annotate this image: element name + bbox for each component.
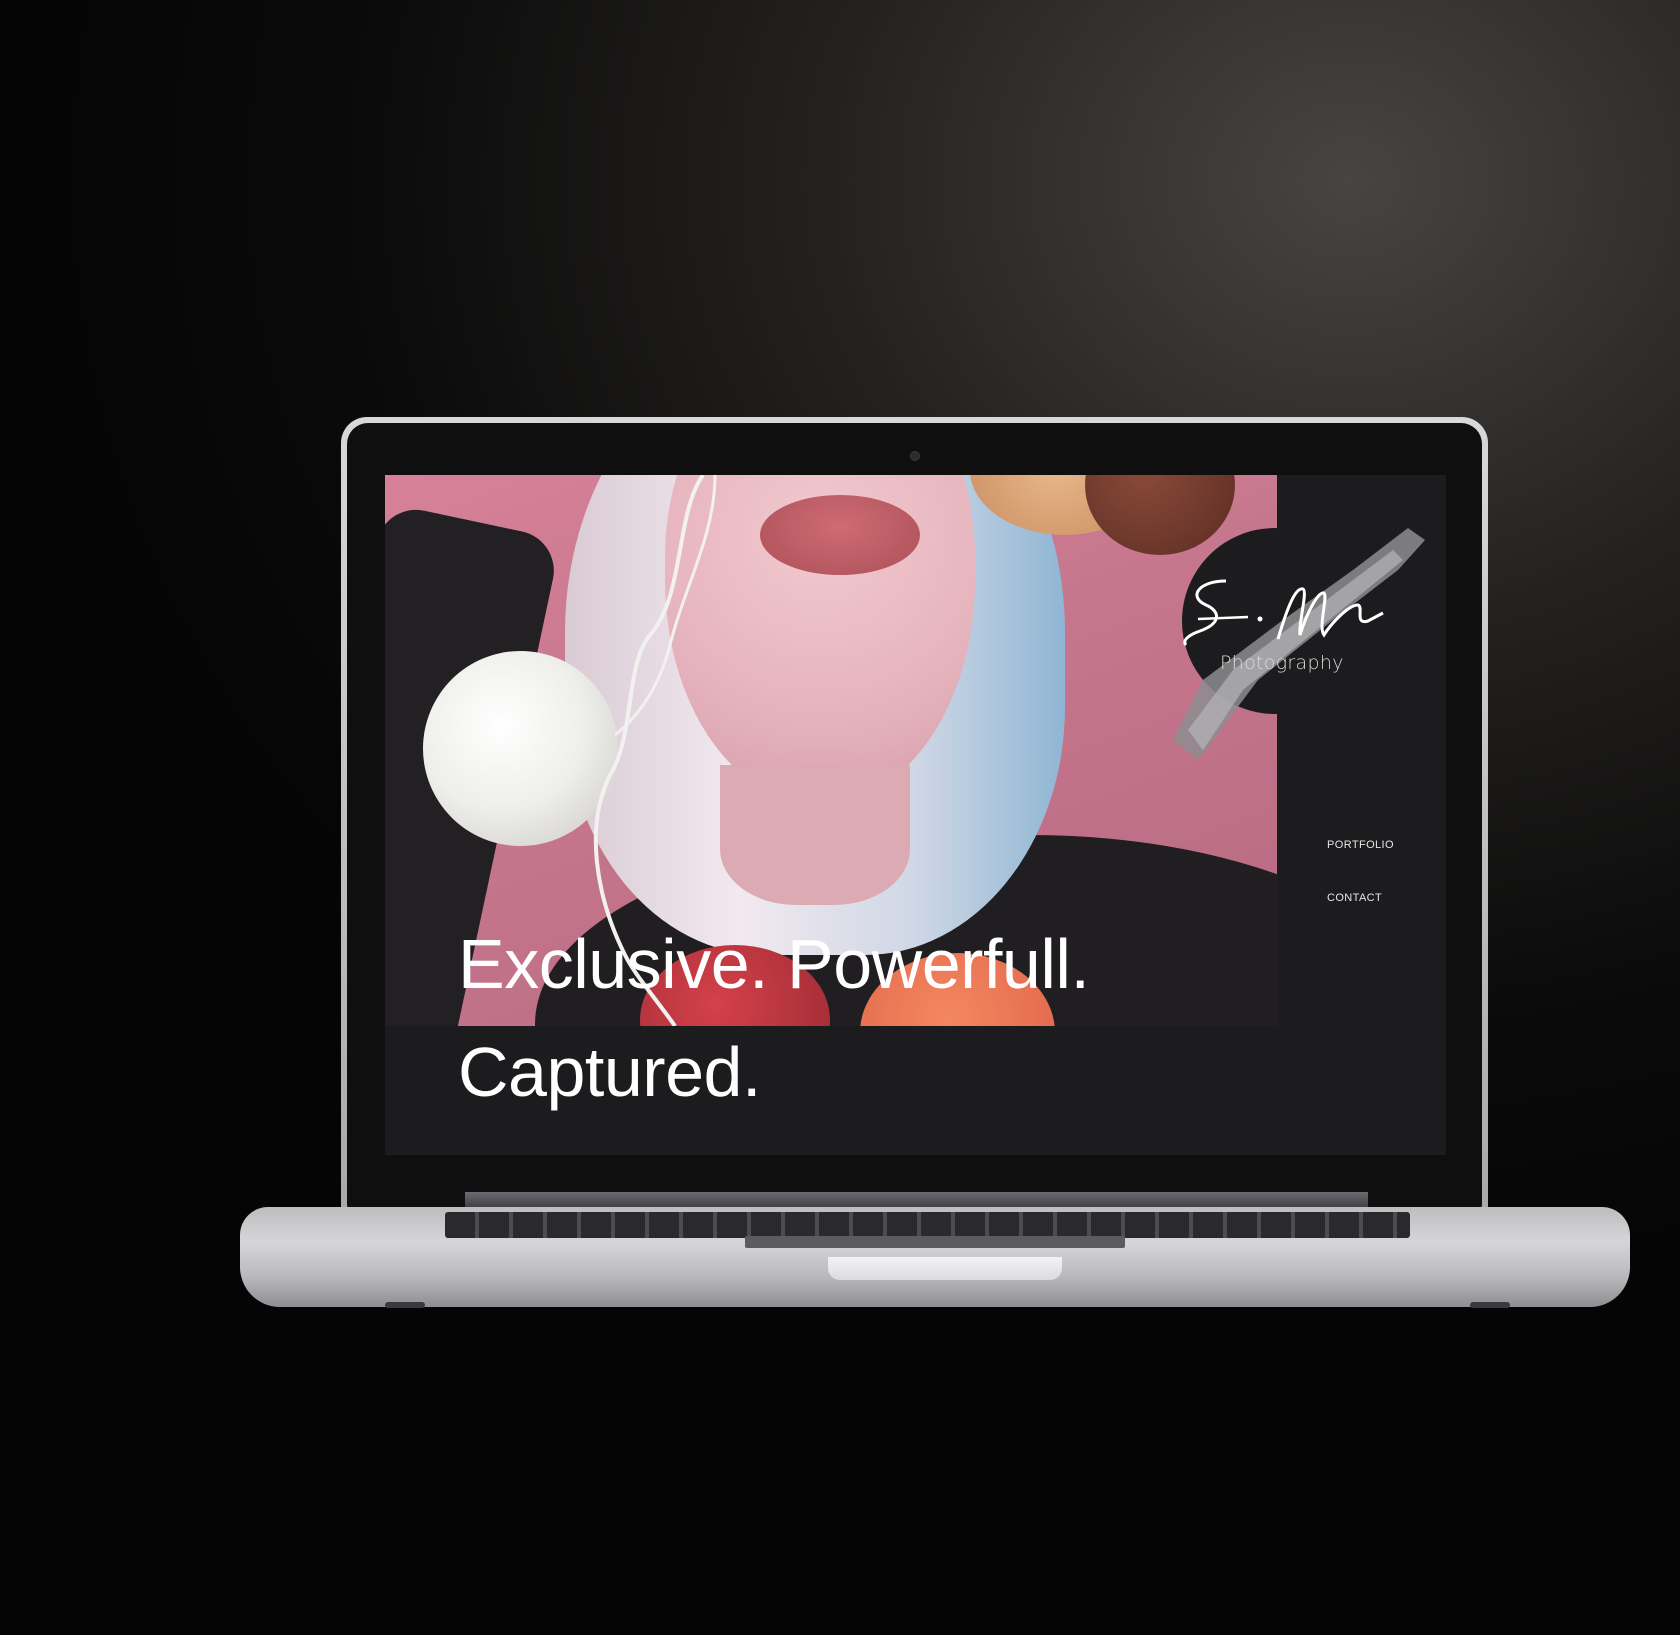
headline-line-2: Captured. [458, 1033, 761, 1111]
nav-portfolio-link[interactable]: PORTFOLIO [1327, 839, 1394, 851]
headline-line-1: Exclusive. Powerfull. [458, 925, 1090, 1003]
laptop-keyboard [445, 1212, 1410, 1238]
website-screen: Photography PORTFOLIO CONTACT Exclusive.… [385, 475, 1446, 1155]
nav-contact-link[interactable]: CONTACT [1327, 892, 1382, 904]
logo-subtitle: Photography [1220, 652, 1344, 674]
laptop-foot-left [385, 1302, 425, 1308]
logo-monogram [1183, 579, 1384, 647]
laptop-trackpad [745, 1236, 1125, 1248]
laptop-lid-notch [828, 1257, 1062, 1280]
webcam-icon [910, 451, 920, 461]
laptop-foot-right [1470, 1302, 1510, 1308]
